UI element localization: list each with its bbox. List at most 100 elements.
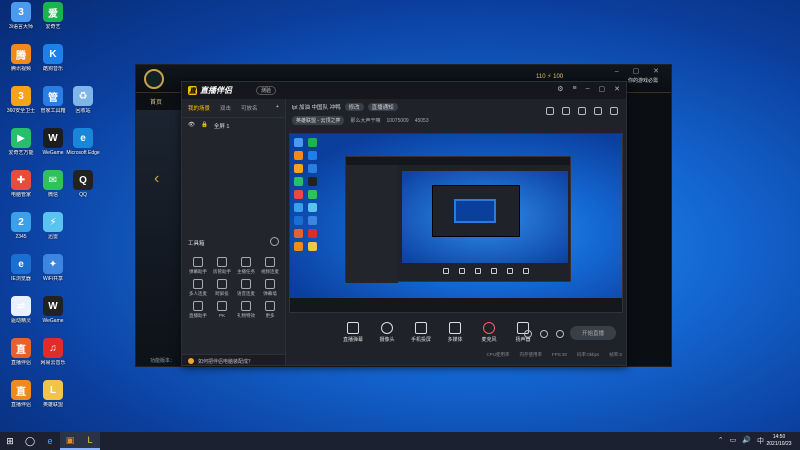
desktop-icon[interactable]: 3 360安全卫士 [4,86,38,114]
desktop-icon[interactable]: 直直播伴侣 [4,338,38,366]
app-icon: ✉ [43,170,63,190]
desktop-icon[interactable]: e IE浏览器 [4,254,38,282]
tool-item[interactable]: PK [210,301,234,319]
edge-icon[interactable]: e [40,432,60,450]
network-icon[interactable]: ▭ [730,436,737,446]
tool-item[interactable]: 礼物特效 [234,301,258,319]
game-window-controls[interactable]: – ▢ ✕ [615,67,665,75]
window-controls: ⚙ ≡ – ▢ ✕ [557,85,620,93]
menu-icon[interactable]: ≡ [573,85,577,93]
tool-item[interactable]: 多人连麦 [186,279,210,297]
eye-icon[interactable]: 👁 [188,122,195,130]
status-item: 码率:0kbps [576,352,600,357]
edit-title-button[interactable]: 修改 [344,103,364,111]
scene-item[interactable]: 👁 🔒 全屏 1 [182,118,285,134]
stream-app-window[interactable]: 直 直播伴侣 测验 ⚙ ≡ – ▢ ✕ 我的场景 双击 可放名 + 👁 🔒 全屏… [181,81,627,366]
grid-icon[interactable] [546,107,554,115]
desktop-icon[interactable]: ⚡ 迅雷 [36,212,70,240]
desktop-icon[interactable]: 3 3i语言大师 [4,2,38,30]
desktop-icon[interactable]: W WeGame [36,128,70,156]
desktop-icon[interactable]: ♫ 网易云音乐 [36,338,70,366]
mic-icon [483,322,495,334]
desktop-icon[interactable]: Q QQ [66,170,100,198]
share-icon[interactable] [610,107,618,115]
add-scene-icon[interactable]: + [276,104,279,112]
phone-cast-button[interactable]: 手机投屏 [410,322,432,343]
gear-icon[interactable] [556,330,564,338]
close-icon[interactable]: ✕ [614,85,620,93]
app-icon: 直 [11,338,31,358]
tool-item[interactable]: 主播任务 [234,257,258,275]
record-icon[interactable] [524,330,532,338]
tool-item[interactable]: 更多 [258,301,282,319]
tool-label: 跨屏投 [215,291,229,296]
desktop-icon[interactable]: ♻ 回收站 [66,86,100,114]
copy-icon[interactable] [578,107,586,115]
danmaku-button[interactable]: 直播弹幕 [342,322,364,343]
camera-button[interactable]: 摄像头 [376,322,398,343]
lol-taskbar-icon[interactable]: L [80,432,100,450]
lock-icon[interactable]: 🔒 [201,122,208,130]
chevron-up-icon[interactable]: ⌃ [718,436,724,446]
desktop-icon[interactable]: L 英雄联盟 [36,380,70,408]
status-item: 内存使用率 [519,352,542,357]
desktop-icon[interactable]: 腾腾讯视频 [4,44,38,72]
phone-cast-label: 手机投屏 [410,337,431,343]
bell-icon[interactable] [594,107,602,115]
desktop-icon[interactable]: ✦ WiFi共享 [36,254,70,282]
tool-label: 主播任务 [237,269,255,274]
desktop-icon[interactable]: K 酷狗音乐 [36,44,70,72]
timer-icon[interactable] [540,330,548,338]
tool-icon [217,279,227,289]
tool-item[interactable]: 直播助手 [186,301,210,319]
lock-open-icon[interactable] [562,107,570,115]
tab-extra[interactable]: 可放名 [241,104,258,112]
mic-button[interactable]: 麦克风 [478,322,500,343]
volume-icon[interactable]: 🔊 [742,436,751,446]
stream-preview[interactable] [289,133,623,313]
desktop-icon[interactable]: ✉ 微信 [36,170,70,198]
desktop-icon[interactable]: 爱爱奇艺 [36,2,70,30]
tool-icon [241,279,251,289]
category-badge[interactable]: 英雄联盟 - 云顶之弈 [292,116,345,125]
version-badge[interactable]: 测验 [256,86,277,95]
app-icon: W [43,296,63,316]
tab-my-scenes[interactable]: 我的场景 [188,104,210,112]
start-stream-button[interactable]: 开始直播 [570,326,616,340]
app-icon: 直 [11,380,31,400]
desktop-icon[interactable]: 2 2345 [4,212,38,240]
desktop-icon-label: 酷狗音乐 [42,66,63,72]
windows-icon[interactable]: ⊞ [0,432,20,450]
desktop-icon[interactable]: e Microsoft Edge [66,128,100,156]
tool-item[interactable]: 房管助手 [210,257,234,275]
tool-item[interactable]: 跨屏投 [210,279,234,297]
tool-item[interactable]: 语音连麦 [234,279,258,297]
media-label: 多媒体 [447,337,463,343]
desktop-icon-label: Microsoft Edge [66,150,100,156]
maximize-icon[interactable]: ▢ [599,85,606,93]
game-nav-home[interactable]: 首页 [136,97,186,107]
task-view-icon[interactable]: ◯ [20,432,40,450]
stream-app-taskbar-icon[interactable]: ▣ [60,432,80,450]
app-icon: ♻ [73,86,93,106]
tool-item[interactable]: 弹幕助手 [186,257,210,275]
chevron-left-icon[interactable]: ‹ [154,170,159,188]
desktop-icon[interactable]: 管管家工具箱 [36,86,70,114]
desktop-icon[interactable]: ▶ 爱奇艺万能 [4,128,38,156]
clock[interactable]: 14:50 2021/10/23 [762,434,796,448]
desktop-icon-label: 微信 [47,192,58,198]
tools-settings-icon[interactable] [270,237,279,246]
desktop-icon[interactable]: ✚ 电脑管家 [4,170,38,198]
tool-item[interactable]: 弹幕墙 [258,279,282,297]
desktop-icon[interactable]: 直直播伴侣 [4,380,38,408]
minimize-icon[interactable]: – [586,85,590,93]
tool-item[interactable]: 视频连麦 [258,257,282,275]
tab-double[interactable]: 双击 [220,104,231,112]
settings-icon[interactable]: ⚙ [557,85,563,93]
desktop-icon[interactable]: ⇄ 驱动精灵 [4,296,38,324]
notice-button[interactable]: 直播通知 [367,103,398,111]
media-button[interactable]: 多媒体 [444,322,466,343]
desktop-icon[interactable]: W WeGame [36,296,70,324]
notice-bar[interactable]: 如何把伴侣电脑装配成？ [182,354,285,365]
app-icon: ⚡ [43,212,63,232]
